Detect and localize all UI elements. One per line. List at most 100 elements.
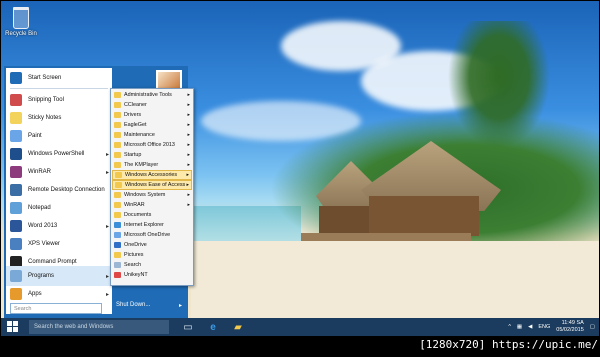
sticky-note-icon bbox=[10, 112, 22, 124]
submenu-item[interactable]: UnikeyNT bbox=[112, 270, 192, 280]
folder-icon bbox=[115, 182, 122, 188]
submenu-item-label: Microsoft OneDrive bbox=[124, 232, 171, 238]
apps-icon bbox=[10, 288, 22, 300]
start-menu-list: Start Screen Snipping Tool Sticky Notes … bbox=[6, 68, 112, 314]
submenu-item[interactable]: Administrative Tools ▸ bbox=[112, 90, 192, 100]
submenu-item-label: Pictures bbox=[124, 252, 144, 258]
submenu-item-label: WinRAR bbox=[124, 202, 145, 208]
submenu-item[interactable]: Pictures bbox=[112, 250, 192, 260]
recycle-bin-label: Recycle Bin bbox=[5, 31, 37, 37]
start-menu-item[interactable]: XPS Viewer bbox=[6, 234, 112, 254]
notepad-icon bbox=[10, 202, 22, 214]
chevron-up-icon[interactable]: ^ bbox=[508, 324, 511, 330]
word-icon bbox=[10, 220, 22, 232]
folder-icon bbox=[114, 152, 121, 158]
submenu-item[interactable]: Maintenance ▸ bbox=[112, 130, 192, 140]
xps-viewer-icon bbox=[10, 238, 22, 250]
chevron-right-icon: ▸ bbox=[105, 291, 109, 298]
start-menu-item-label: Sticky Notes bbox=[28, 115, 62, 121]
start-menu-item-label: Windows PowerShell bbox=[28, 151, 85, 157]
submenu-item-label: CCleaner bbox=[124, 102, 147, 108]
submenu-item[interactable]: Search bbox=[112, 260, 192, 270]
screenshot-frame: Recycle Bin Start Screen Snipping Tool S… bbox=[0, 0, 600, 357]
submenu-item[interactable]: CCleaner ▸ bbox=[112, 100, 192, 110]
start-menu-item[interactable]: Windows PowerShell ▸ bbox=[6, 144, 112, 164]
submenu-item-windows-ease-of-access[interactable]: Windows Ease of Access ▸ bbox=[112, 180, 192, 190]
submenu-item[interactable]: OneDrive bbox=[112, 240, 192, 250]
submenu-item[interactable]: Startup ▸ bbox=[112, 150, 192, 160]
tray-language[interactable]: ENG bbox=[538, 324, 550, 330]
file-explorer-icon[interactable]: ▰ bbox=[231, 321, 245, 333]
submenu-item[interactable]: Microsoft Office 2013 ▸ bbox=[112, 140, 192, 150]
chevron-right-icon: ▸ bbox=[186, 182, 189, 188]
onedrive-icon bbox=[114, 242, 121, 248]
recycle-bin[interactable]: Recycle Bin bbox=[5, 7, 37, 37]
submenu-item-windows-accessories[interactable]: Windows Accessories ▸ bbox=[112, 170, 192, 180]
submenu-item[interactable]: The KMPlayer ▸ bbox=[112, 160, 192, 170]
palm-tree bbox=[439, 21, 559, 161]
start-menu-item[interactable]: Notepad bbox=[6, 198, 112, 218]
system-tray: ^ ▦ ◀ ENG 11:49 SA 05/02/2015 ▢ bbox=[508, 320, 595, 334]
internet-explorer-icon[interactable]: e bbox=[206, 321, 220, 333]
taskbar-search-input[interactable]: Search the web and Windows bbox=[29, 320, 169, 334]
network-icon[interactable]: ▦ bbox=[517, 324, 522, 330]
recycle-bin-icon bbox=[13, 7, 29, 29]
shutdown-button[interactable]: Shut Down... bbox=[116, 302, 150, 308]
submenu-item[interactable]: Microsoft OneDrive bbox=[112, 230, 192, 240]
clock-date: 05/02/2015 bbox=[556, 327, 584, 333]
avatar[interactable] bbox=[156, 70, 182, 90]
pictures-icon bbox=[114, 252, 121, 258]
start-menu-item-label: XPS Viewer bbox=[28, 241, 60, 247]
start-menu-item-label: Word 2013 bbox=[28, 223, 58, 229]
onedrive-icon bbox=[114, 232, 121, 238]
windows-start-icon[interactable] bbox=[7, 321, 19, 333]
documents-icon bbox=[114, 212, 121, 218]
submenu-item-label: Startup bbox=[124, 152, 142, 158]
start-menu-item[interactable]: Apps ▸ bbox=[6, 284, 112, 304]
remote-desktop-icon bbox=[10, 184, 22, 196]
submenu-item-label: Windows Accessories bbox=[125, 172, 178, 178]
submenu-item-label: OneDrive bbox=[124, 242, 147, 248]
folder-icon bbox=[114, 202, 121, 208]
submenu-item[interactable]: Drivers ▸ bbox=[112, 110, 192, 120]
start-screen-icon bbox=[10, 72, 22, 84]
folder-icon bbox=[114, 132, 121, 138]
start-menu-item[interactable]: Paint bbox=[6, 126, 112, 146]
submenu-item-label: Search bbox=[124, 262, 142, 268]
internet-explorer-icon bbox=[114, 222, 121, 228]
start-menu-item[interactable]: Snipping Tool bbox=[6, 90, 112, 110]
submenu-item-label: Drivers bbox=[124, 112, 142, 118]
start-menu-search-input[interactable]: Search bbox=[10, 303, 102, 314]
folder-icon bbox=[114, 142, 121, 148]
submenu-item[interactable]: Internet Explorer bbox=[112, 220, 192, 230]
chevron-right-icon[interactable]: ▸ bbox=[179, 302, 182, 309]
chevron-right-icon: ▸ bbox=[187, 152, 190, 158]
start-menu-item[interactable]: Sticky Notes bbox=[6, 108, 112, 128]
submenu-item[interactable]: EagleGet ▸ bbox=[112, 120, 192, 130]
task-view-icon[interactable]: ▭ bbox=[181, 321, 195, 333]
start-menu-item-label: Programs bbox=[28, 273, 55, 279]
start-menu-item-label: Notepad bbox=[28, 205, 51, 211]
volume-icon[interactable]: ◀ bbox=[528, 324, 532, 330]
submenu-item[interactable]: WinRAR ▸ bbox=[112, 200, 192, 210]
unikey-icon bbox=[114, 272, 121, 278]
start-menu-item-programs[interactable]: Programs ▸ bbox=[6, 266, 112, 286]
submenu-item-label: Windows System bbox=[124, 192, 166, 198]
start-menu-item[interactable]: Word 2013 ▸ bbox=[6, 216, 112, 236]
start-menu-item[interactable]: Start Screen bbox=[6, 68, 112, 88]
image-caption: [1280x720] https://upic.me/ bbox=[419, 338, 598, 351]
folder-icon bbox=[114, 92, 121, 98]
chevron-right-icon: ▸ bbox=[105, 273, 109, 280]
chevron-right-icon: ▸ bbox=[187, 112, 190, 118]
folder-icon bbox=[115, 172, 122, 178]
notification-icon[interactable]: ▢ bbox=[590, 324, 595, 330]
clock-time: 11:49 SA bbox=[561, 320, 584, 326]
clock[interactable]: 11:49 SA 05/02/2015 bbox=[556, 320, 584, 334]
start-menu-item[interactable]: Remote Desktop Connection bbox=[6, 180, 112, 200]
submenu-item-label: UnikeyNT bbox=[124, 272, 148, 278]
submenu-item[interactable]: Windows System ▸ bbox=[112, 190, 192, 200]
submenu-item-label: Documents bbox=[124, 212, 152, 218]
folder-icon bbox=[114, 112, 121, 118]
start-menu-item[interactable]: WinRAR ▸ bbox=[6, 162, 112, 182]
submenu-item[interactable]: Documents bbox=[112, 210, 192, 220]
